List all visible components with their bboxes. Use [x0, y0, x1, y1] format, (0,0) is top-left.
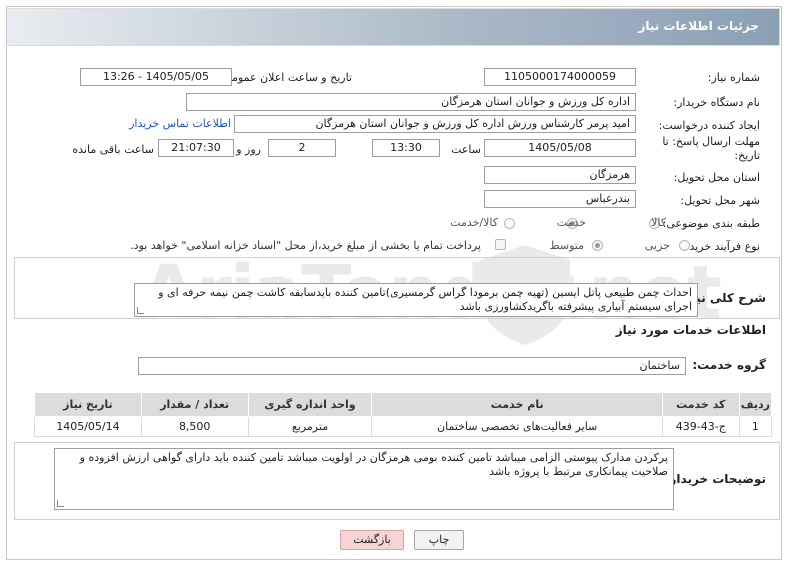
cell-quantity: 8,500 — [140, 416, 249, 437]
requester-field: امید پرمر کارشناس ورزش اداره کل ورزش و ج… — [234, 115, 636, 133]
service-group-field: ساختمان — [138, 357, 686, 375]
category-option-goods-service: کالا/خدمت — [450, 216, 498, 229]
city-label: شهر محل تحویل: — [680, 194, 760, 207]
remaining-label: ساعت باقی مانده — [72, 143, 154, 156]
treasury-payment-checkbox[interactable] — [495, 239, 506, 250]
col-header-need-date: تاریخ نیاز — [34, 392, 142, 417]
province-label: استان محل تحویل: — [673, 171, 760, 184]
buyer-notes-textarea: پرکردن مدارک پیوستی الزامی میباشد تامین … — [54, 448, 674, 510]
city-field: بندرعباس — [484, 190, 636, 208]
need-number-label: شماره نیاز: — [707, 71, 760, 84]
buyer-notes-label: توضیحات خریدار: — [664, 472, 766, 486]
need-number-field: 1105000174000059 — [484, 68, 636, 86]
days-label: روز و — [236, 143, 261, 156]
col-header-service-name: نام خدمت — [371, 392, 663, 417]
col-header-service-code: کد خدمت — [661, 392, 740, 417]
category-label: طبقه بندی موضوعی: — [662, 217, 760, 230]
service-group-label: گروه خدمت: — [692, 358, 766, 372]
announce-field: 1405/05/05 - 13:26 — [80, 68, 232, 86]
cell-unit: مترمربع — [247, 416, 373, 437]
buyer-org-label: نام دستگاه خریدار: — [673, 96, 760, 109]
process-radio-minor[interactable] — [679, 240, 690, 251]
requester-label: ایجاد کننده درخواست: — [658, 119, 760, 132]
category-option-goods: کالا — [651, 216, 666, 229]
province-field: هرمزگان — [484, 166, 636, 184]
print-button[interactable]: چاپ — [414, 530, 464, 550]
category-option-service: خدمت — [556, 216, 586, 229]
category-radio-goods-service[interactable] — [504, 218, 515, 229]
cell-service-name: سایر فعالیت‌های تخصصی ساختمان — [371, 416, 663, 437]
summary-textarea: احداث چمن طبیعی پاتل ایسین (تهیه چمن برم… — [134, 283, 698, 317]
process-option-minor: جزیی — [644, 239, 670, 252]
cell-service-code: ج-43-439 — [661, 416, 740, 437]
col-header-unit: واحد اندازه گیری — [247, 392, 373, 417]
resize-handle-icon[interactable] — [57, 500, 64, 507]
cell-need-date: 1405/05/14 — [34, 416, 142, 437]
buyer-contact-link[interactable]: اطلاعات تماس خریدار — [129, 117, 231, 130]
table-row: 1 ج-43-439 سایر فعالیت‌های تخصصی ساختمان… — [34, 416, 773, 437]
deadline-label-line2: تاریخ: — [734, 149, 760, 162]
process-option-medium: متوسط — [549, 239, 584, 252]
process-label: نوع فرآیند خرید : — [682, 240, 760, 253]
deadline-time-field: 13:30 — [372, 139, 440, 157]
deadline-label: مهلت ارسال پاسخ: تا تاریخ: — [662, 135, 760, 163]
col-header-row-number: ردیف — [738, 392, 773, 417]
services-table: ردیف کد خدمت نام خدمت واحد اندازه گیری ت… — [34, 392, 773, 437]
days-field: 2 — [268, 139, 336, 157]
buyer-org-field: اداره کل ورزش و جوانان استان هرمزگان — [186, 93, 636, 111]
deadline-time-label: ساعت — [451, 143, 481, 156]
summary-text: احداث چمن طبیعی پاتل ایسین (تهیه چمن برم… — [158, 286, 692, 313]
process-radio-medium[interactable] — [592, 240, 603, 251]
announce-label: تاریخ و ساعت اعلان عمومی: — [219, 71, 352, 84]
services-heading: اطلاعات خدمات مورد نیاز — [615, 323, 766, 337]
title-bar: جزئیات اطلاعات نیاز — [7, 8, 780, 46]
buyer-notes-text: پرکردن مدارک پیوستی الزامی میباشد تامین … — [79, 451, 668, 478]
remaining-time-field: 21:07:30 — [158, 139, 234, 157]
treasury-payment-note: پرداخت تمام یا بخشی از مبلغ خرید،از محل … — [130, 239, 481, 252]
deadline-label-line1: مهلت ارسال پاسخ: تا — [662, 135, 760, 148]
table-header-row: ردیف کد خدمت نام خدمت واحد اندازه گیری ت… — [34, 392, 773, 417]
resize-handle-icon[interactable] — [137, 307, 144, 314]
deadline-date-field: 1405/05/08 — [484, 139, 636, 157]
col-header-quantity: تعداد / مقدار — [140, 392, 249, 417]
back-button[interactable]: بازگشت — [340, 530, 404, 550]
cell-row-number: 1 — [738, 416, 773, 437]
page-title: جزئیات اطلاعات نیاز — [638, 19, 759, 33]
